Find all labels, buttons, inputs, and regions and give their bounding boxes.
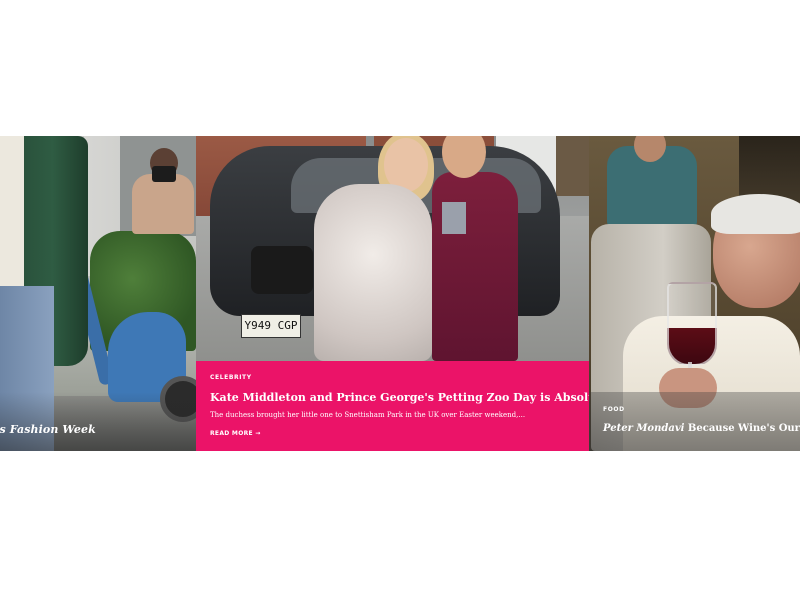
slide-caption-overlay (589, 392, 800, 451)
slide-image-man-shirt (432, 172, 518, 361)
slide-title-name: Peter Mondavi (603, 423, 685, 434)
slide-caption-panel: CELEBRITY Kate Middleton and Prince Geor… (196, 361, 589, 451)
carousel-slide-left[interactable]: 's Fashion Week (0, 136, 196, 451)
slide-image-shirt-pocket (442, 202, 466, 234)
featured-carousel: 's Fashion Week Y949 CGP CELEBRITY Kate … (0, 136, 800, 451)
carousel-slide-right[interactable]: FOOD Peter Mondavi Because Wine's Our Mi… (589, 136, 800, 451)
slide-image-shirt (0, 136, 24, 286)
read-more-link[interactable]: READ MORE → (210, 430, 261, 437)
slide-image-camera (152, 166, 176, 182)
slide-excerpt: The duchess brought her little one to Sn… (210, 411, 526, 419)
slide-image-elderly-man-hair (711, 194, 800, 234)
slide-caption-overlay (0, 392, 196, 451)
license-plate: Y949 CGP (241, 314, 301, 338)
slide-image-wine-glass (667, 282, 717, 366)
carousel-slide-active[interactable]: Y949 CGP CELEBRITY Kate Middleton and Pr… (196, 136, 589, 451)
slide-image-tree (556, 136, 589, 196)
slide-title-rest: Because Wine's Our Middle Na (687, 423, 800, 434)
category-label[interactable]: FOOD (603, 406, 625, 413)
category-label[interactable]: CELEBRITY (210, 374, 252, 381)
slide-title[interactable]: Kate Middleton and Prince George's Petti… (210, 391, 589, 404)
slide-image-scooter (71, 262, 186, 402)
slide-image-photographer (132, 174, 194, 234)
slide-image-taxi-grille (251, 246, 313, 294)
slide-image[interactable]: Y949 CGP (196, 136, 589, 361)
slide-title[interactable]: 's Fashion Week (0, 423, 96, 436)
slide-image-fur-coat (314, 184, 432, 361)
slide-title[interactable]: Peter Mondavi Because Wine's Our Middle … (603, 423, 800, 434)
